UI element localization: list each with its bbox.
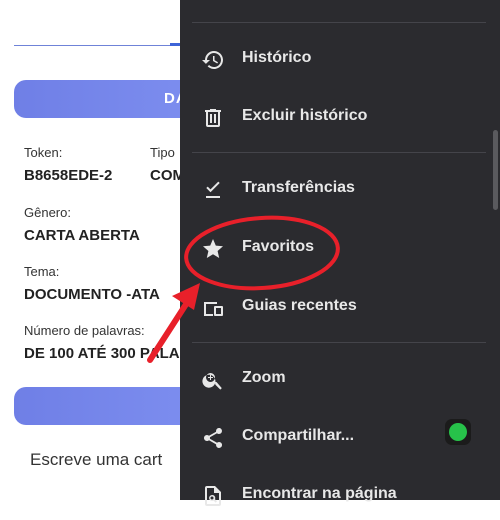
menu-item-label: Zoom	[242, 369, 286, 386]
menu-item-historico[interactable]: Histórico	[180, 34, 500, 84]
zoom-in-icon	[201, 368, 225, 392]
star-icon	[201, 237, 225, 261]
menu-item-excluir-historico[interactable]: Excluir histórico	[180, 92, 500, 142]
menu-item-label: Histórico	[242, 49, 312, 66]
tab-underline	[14, 45, 174, 46]
menu-item-transferencias[interactable]: Transferências	[180, 164, 500, 214]
menu-item-label: Favoritos	[242, 238, 315, 255]
tipo-label: Tipo	[150, 145, 175, 160]
palavras-label: Número de palavras:	[24, 323, 145, 338]
menu-item-guias-recentes[interactable]: Guias recentes	[180, 282, 500, 332]
menu-divider	[192, 152, 486, 153]
menu-item-compartilhar[interactable]: Compartilhar...	[180, 412, 500, 462]
menu-item-label: Excluir histórico	[242, 107, 368, 124]
download-check-icon	[201, 178, 225, 202]
whatsapp-dot	[449, 423, 467, 441]
genero-label: Gênero:	[24, 205, 71, 220]
menu-scrollbar[interactable]	[493, 130, 498, 210]
tema-label: Tema:	[24, 264, 60, 279]
menu-item-label: Compartilhar...	[242, 427, 355, 444]
genero-value: CARTA ABERTA	[24, 227, 140, 244]
menu-item-zoom[interactable]: Zoom	[180, 354, 500, 404]
token-value: B8658EDE-2	[24, 167, 113, 184]
menu-divider	[192, 342, 486, 343]
share-icon	[201, 426, 225, 450]
trash-icon	[201, 106, 225, 130]
find-in-page-icon	[201, 484, 225, 508]
menu-item-label: Transferências	[242, 179, 355, 196]
menu-item-label: Encontrar na página	[242, 485, 397, 502]
menu-item-favoritos[interactable]: Favoritos	[180, 223, 500, 273]
token-label: Token:	[24, 145, 63, 160]
browser-overflow-menu: Histórico Excluir histórico Transferênci…	[180, 0, 500, 506]
devices-icon	[201, 296, 225, 320]
whatsapp-icon[interactable]	[445, 419, 471, 445]
menu-item-encontrar-na-pagina[interactable]: Encontrar na página	[180, 470, 500, 520]
menu-divider	[192, 22, 486, 23]
menu-item-label: Guias recentes	[242, 297, 357, 314]
tema-value: DOCUMENTO -ATA	[24, 286, 160, 303]
active-tab-indicator	[170, 43, 180, 46]
palavras-value: DE 100 ATÉ 300 PALA	[24, 345, 180, 362]
prompt-text: Escreve uma cart	[30, 450, 163, 469]
history-icon	[201, 48, 225, 72]
